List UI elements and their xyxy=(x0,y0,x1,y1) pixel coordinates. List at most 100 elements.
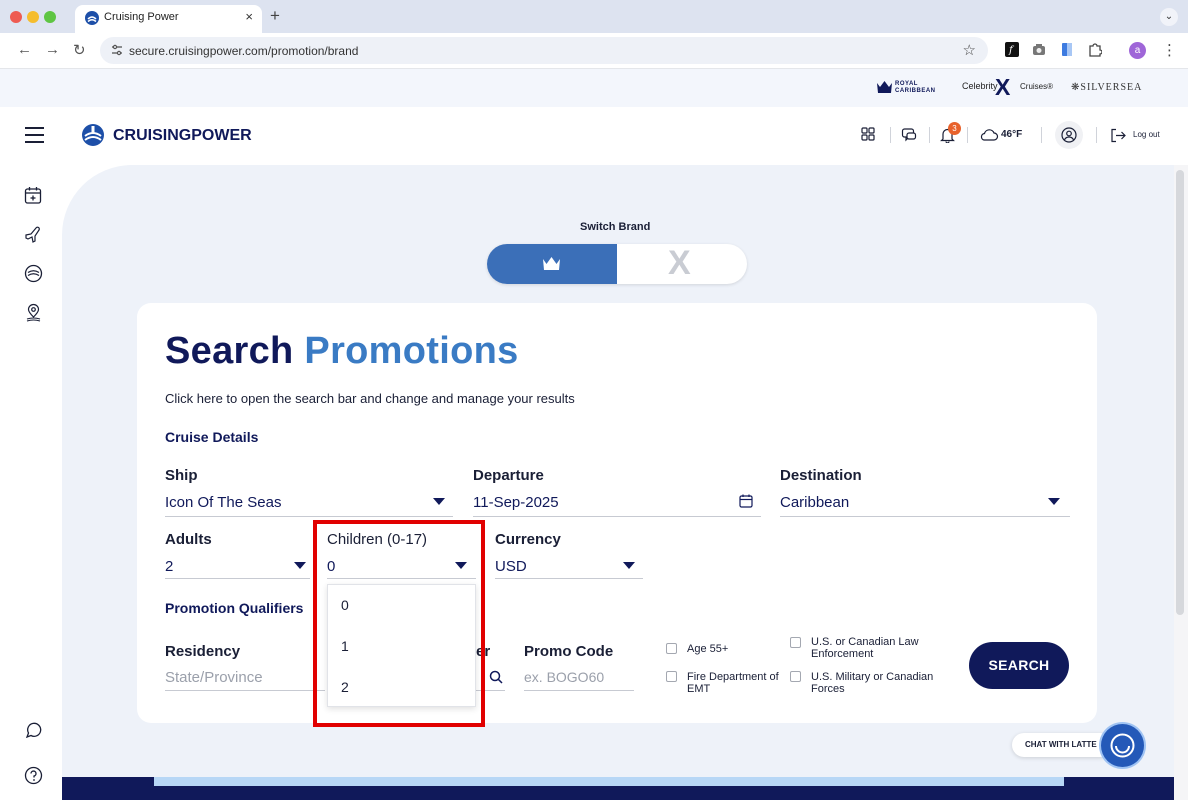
age-55-checkbox[interactable] xyxy=(666,643,677,654)
switch-brand-label: Switch Brand xyxy=(580,221,651,233)
header-divider xyxy=(1041,127,1042,143)
notification-count-badge: 3 xyxy=(948,122,961,135)
support-chat-icon[interactable] xyxy=(24,721,43,740)
chat-with-latte-button[interactable]: CHAT WITH LATTE xyxy=(1012,733,1112,757)
page-title-part1: Search xyxy=(165,330,294,372)
calendar-add-icon[interactable] xyxy=(24,186,43,205)
destination-select[interactable]: Caribbean xyxy=(780,494,849,511)
hamburger-menu-icon[interactable] xyxy=(25,127,44,143)
url-text: secure.cruisingpower.com/promotion/brand xyxy=(129,44,359,58)
tab-title: Cruising Power xyxy=(104,11,179,23)
page-title-part2: Promotions xyxy=(304,330,519,372)
location-pin-icon[interactable] xyxy=(24,303,43,322)
celebrity-cruises-text: Cruises® xyxy=(1020,82,1054,91)
header-divider xyxy=(929,127,930,143)
adults-dropdown-chevron-icon[interactable] xyxy=(294,562,306,569)
minimize-window-button[interactable] xyxy=(27,11,39,23)
promo-code-field-underline xyxy=(524,690,634,691)
currency-field-underline xyxy=(495,578,643,579)
close-window-button[interactable] xyxy=(10,11,22,23)
search-magnifier-icon[interactable] xyxy=(489,670,503,684)
browser-menu-icon[interactable]: ⋮ xyxy=(1162,41,1177,59)
royal-caribbean-crown-icon xyxy=(543,257,560,270)
weather-cloud-icon xyxy=(980,129,999,141)
cruisingpower-logo-text: CRUISINGPOWER xyxy=(113,127,252,144)
law-enforcement-label: U.S. or Canadian Law Enforcement xyxy=(811,636,919,660)
promo-code-label: Promo Code xyxy=(524,643,614,660)
messages-icon[interactable] xyxy=(901,127,917,143)
law-enforcement-checkbox[interactable] xyxy=(790,637,801,648)
reload-button[interactable]: ↻ xyxy=(73,41,86,59)
chat-bubble-button[interactable] xyxy=(1101,724,1144,767)
destination-dropdown-chevron-icon[interactable] xyxy=(1048,498,1060,505)
ship-select[interactable]: Icon Of The Seas xyxy=(165,494,281,511)
maximize-window-button[interactable] xyxy=(44,11,56,23)
temperature-readout: 46°F xyxy=(1001,129,1023,140)
celebrity-logo-text: Celebrity xyxy=(962,81,998,91)
forward-button[interactable]: → xyxy=(45,41,60,58)
account-button[interactable] xyxy=(1055,121,1083,149)
logout-link[interactable]: Log out xyxy=(1133,130,1160,139)
page-title: Search Promotions xyxy=(165,330,519,373)
fire-department-emt-checkbox[interactable] xyxy=(666,671,677,682)
browser-tab-strip: Cruising Power × + ⌄ xyxy=(0,0,1188,33)
residency-field-underline xyxy=(165,690,325,691)
destination-field-underline xyxy=(780,516,1070,517)
address-bar[interactable]: secure.cruisingpower.com/promotion/brand… xyxy=(100,37,988,64)
header-divider xyxy=(1096,127,1097,143)
royal-caribbean-logo-text: ROYAL CARIBBEAN xyxy=(895,81,936,94)
residency-input[interactable]: State/Province xyxy=(165,669,263,686)
brand-bar: ROYAL CARIBBEAN Celebrity X Cruises® ❋SI… xyxy=(0,69,1188,107)
promotion-qualifiers-heading: Promotion Qualifiers xyxy=(165,600,304,616)
search-button[interactable]: SEARCH xyxy=(969,642,1069,689)
document-extension-icon[interactable] xyxy=(1060,42,1074,57)
promo-code-input[interactable]: ex. BOGO60 xyxy=(524,669,604,685)
ship-circle-icon[interactable] xyxy=(24,264,43,283)
profile-avatar[interactable]: a xyxy=(1129,42,1146,59)
cruisingpower-logo-icon xyxy=(82,124,104,146)
celebrity-x-logo: X xyxy=(995,74,1011,100)
adults-label: Adults xyxy=(165,531,212,548)
extensions-puzzle-icon[interactable] xyxy=(1088,42,1102,57)
age-55-label: Age 55+ xyxy=(687,643,729,655)
military-checkbox[interactable] xyxy=(790,671,801,682)
departure-label: Departure xyxy=(473,467,544,484)
chat-assistant-icon xyxy=(1110,733,1135,758)
page-scrollbar-thumb[interactable] xyxy=(1176,170,1184,615)
cruise-details-heading: Cruise Details xyxy=(165,429,259,445)
tab-search-button[interactable]: ⌄ xyxy=(1160,8,1178,26)
header-divider xyxy=(967,127,968,143)
ship-dropdown-chevron-icon[interactable] xyxy=(433,498,445,505)
camera-extension-icon[interactable] xyxy=(1032,42,1046,57)
logout-icon[interactable] xyxy=(1110,128,1127,143)
departure-date-input[interactable]: 11-Sep-2025 xyxy=(473,494,559,511)
help-icon[interactable] xyxy=(24,766,43,785)
airplane-icon[interactable] xyxy=(24,225,43,244)
adults-select[interactable]: 2 xyxy=(165,558,173,575)
tab-close-icon[interactable]: × xyxy=(245,9,253,24)
back-button[interactable]: ← xyxy=(17,41,32,58)
ship-label: Ship xyxy=(165,467,198,484)
brand-option-royal-caribbean[interactable] xyxy=(487,244,617,284)
open-search-bar-link[interactable]: Click here to open the search bar and ch… xyxy=(165,391,575,406)
footer-banner-stripe xyxy=(154,777,1064,786)
brand-option-celebrity[interactable]: X xyxy=(668,244,691,283)
adults-field-underline xyxy=(165,578,310,579)
fire-department-emt-label: Fire Department of EMT xyxy=(687,671,779,695)
calendar-icon[interactable] xyxy=(739,494,753,508)
browser-toolbar: ← → ↻ secure.cruisingpower.com/promotion… xyxy=(0,33,1188,69)
currency-label: Currency xyxy=(495,531,561,548)
bookmark-star-icon[interactable]: ☆ xyxy=(963,41,976,59)
site-settings-icon[interactable] xyxy=(110,43,124,57)
new-tab-button[interactable]: + xyxy=(270,6,280,26)
brand-switch-toggle xyxy=(487,244,747,284)
currency-select[interactable]: USD xyxy=(495,558,527,575)
header-divider xyxy=(890,127,891,143)
destination-label: Destination xyxy=(780,467,862,484)
apps-grid-icon[interactable] xyxy=(861,127,875,141)
currency-dropdown-chevron-icon[interactable] xyxy=(623,562,635,569)
browser-tab[interactable]: Cruising Power × xyxy=(75,5,262,33)
site-header: CRUISINGPOWER 3 46°F Log out xyxy=(0,107,1188,165)
highlight-annotation-box xyxy=(313,520,485,727)
extension-f-icon[interactable]: f xyxy=(1005,42,1019,57)
